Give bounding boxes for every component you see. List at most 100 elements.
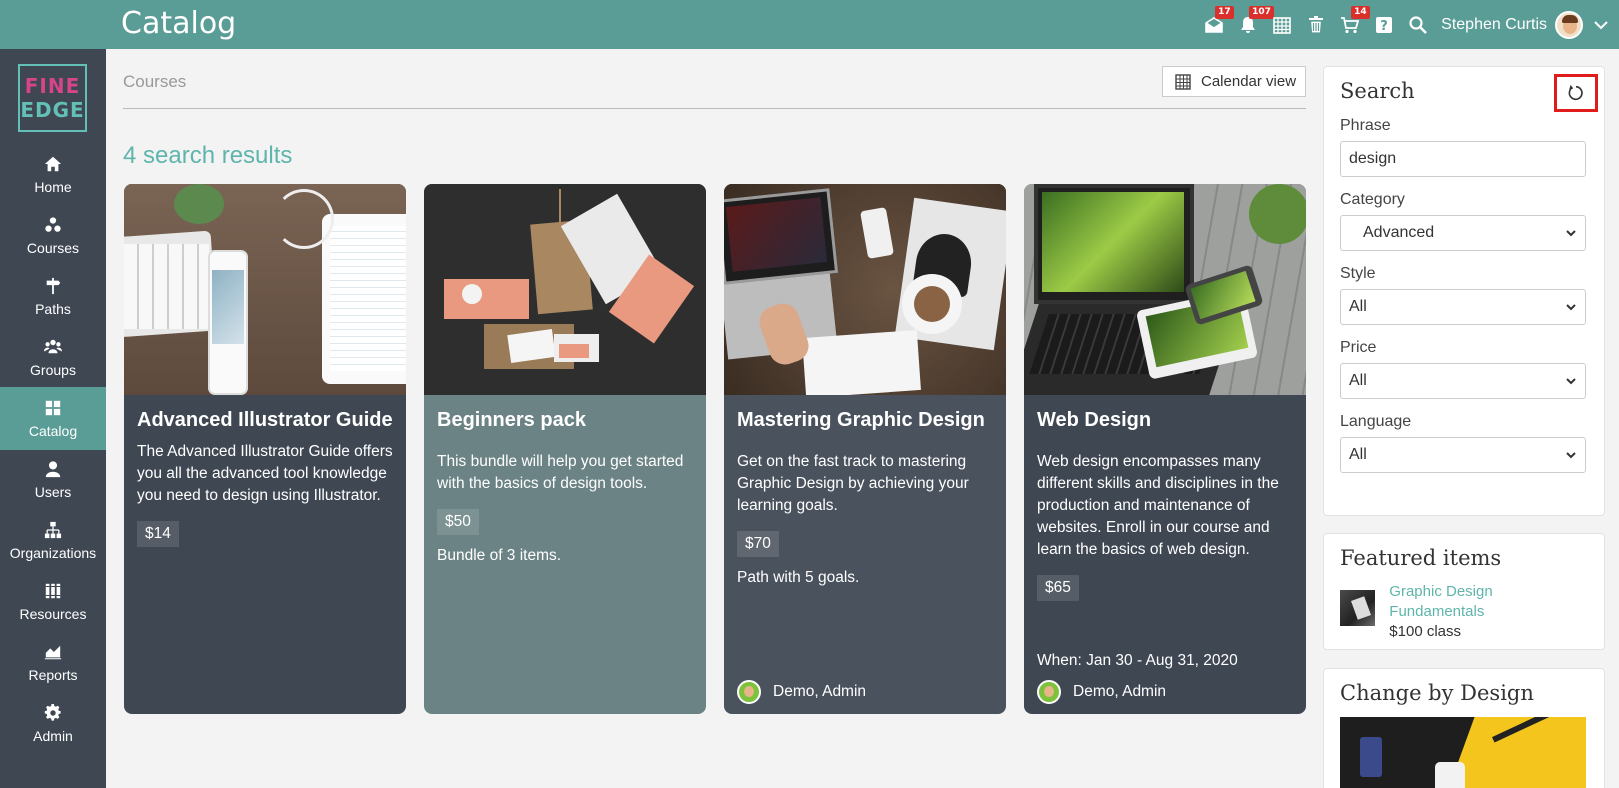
card-description: The Advanced Illustrator Guide offers yo…	[137, 443, 393, 504]
card-author[interactable]: Demo, Admin	[737, 680, 866, 704]
user-icon	[45, 460, 61, 477]
groups-icon	[44, 339, 62, 353]
reset-icon	[1568, 84, 1583, 101]
card-title[interactable]: Mastering Graphic Design	[737, 407, 993, 433]
category-label: Category	[1340, 191, 1405, 208]
featured-title: Featured items	[1340, 546, 1502, 570]
featured-item[interactable]: Graphic Design Fundamentals $100 class	[1340, 582, 1588, 642]
svg-text:?: ?	[1380, 19, 1388, 34]
user-name[interactable]: Stephen Curtis	[1441, 16, 1547, 34]
card-author[interactable]: Demo, Admin	[1037, 680, 1166, 704]
notifications-icon[interactable]: 107	[1231, 0, 1274, 49]
card-author-name: Demo, Admin	[1073, 683, 1167, 700]
sidebar-item-courses[interactable]: Courses	[0, 204, 106, 267]
help-icon[interactable]: ?	[1367, 0, 1401, 49]
sidebar-item-catalog[interactable]: Catalog	[0, 387, 106, 450]
course-card-beginners-pack[interactable]: Beginners pack This bundle will help you…	[424, 184, 706, 714]
card-extra: Bundle of 3 items.	[437, 547, 562, 564]
card-author-name: Demo, Admin	[773, 683, 867, 700]
card-title[interactable]: Beginners pack	[437, 407, 693, 433]
books-icon	[45, 583, 61, 598]
calendar-icon[interactable]	[1265, 0, 1299, 49]
course-card-mastering-graphic-design[interactable]: Mastering Graphic Design Get on the fast…	[724, 184, 1006, 714]
change-by-design-panel: Change by Design	[1323, 668, 1605, 788]
card-price: $50	[437, 509, 479, 535]
style-label: Style	[1340, 265, 1376, 282]
course-image	[124, 184, 406, 395]
search-icon[interactable]	[1401, 0, 1435, 49]
signpost-icon	[46, 277, 61, 294]
course-image	[1024, 184, 1306, 395]
top-bar: Catalog 17 107 14 ? Stephen Curtis	[0, 0, 1619, 49]
card-body: Mastering Graphic Design Get on the fast…	[724, 395, 1006, 714]
sidebar: FINE EDGE Home Courses Paths Groups Cata…	[0, 49, 106, 788]
language-select[interactable]: All	[1340, 437, 1586, 473]
user-avatar[interactable]	[1555, 10, 1583, 39]
style-select[interactable]: All	[1340, 289, 1586, 325]
price-value: All	[1349, 372, 1367, 389]
cart-icon[interactable]: 14	[1333, 0, 1370, 49]
card-title[interactable]: Advanced Illustrator Guide	[137, 407, 393, 433]
sidebar-item-label: Resources	[19, 605, 87, 622]
avatar	[1037, 680, 1061, 704]
search-panel-title: Search	[1340, 79, 1415, 103]
sidebar-item-reports[interactable]: Reports	[0, 631, 106, 694]
reset-search-button[interactable]	[1554, 74, 1598, 112]
featured-thumbnail	[1340, 590, 1376, 626]
card-price: $70	[737, 531, 779, 557]
sidebar-item-resources[interactable]: Resources	[0, 570, 106, 633]
calendar-view-button[interactable]: Calendar view	[1162, 66, 1306, 97]
sidebar-item-organizations[interactable]: Organizations	[0, 509, 106, 572]
sidebar-item-users[interactable]: Users	[0, 448, 106, 511]
sidebar-item-paths[interactable]: Paths	[0, 265, 106, 328]
avatar	[737, 680, 761, 704]
price-label: Price	[1340, 339, 1377, 356]
course-card-advanced-illustrator[interactable]: Advanced Illustrator Guide The Advanced …	[124, 184, 406, 714]
chart-icon	[44, 645, 62, 659]
price-select[interactable]: All	[1340, 363, 1586, 399]
grid-icon	[45, 400, 61, 415]
sidebar-item-label: Organizations	[9, 544, 97, 561]
card-body: Beginners pack This bundle will help you…	[424, 395, 706, 714]
card-extra: Path with 5 goals.	[737, 569, 860, 586]
results-count: 4 search results	[123, 142, 293, 169]
sidebar-item-label: Catalog	[28, 422, 78, 439]
logo-line2: EDGE	[20, 98, 85, 122]
sidebar-item-label: Groups	[30, 361, 76, 378]
card-description: This bundle will help you get started wi…	[437, 453, 684, 492]
calendar-view-label: Calendar view	[1201, 73, 1297, 90]
logo[interactable]: FINE EDGE	[18, 64, 87, 132]
category-select[interactable]: Advanced	[1340, 215, 1586, 251]
phrase-input[interactable]: design	[1340, 141, 1586, 177]
language-label: Language	[1340, 413, 1412, 430]
course-image	[724, 184, 1006, 395]
sidebar-item-label: Reports	[28, 666, 78, 683]
card-price: $14	[137, 521, 179, 547]
courses-icon	[45, 216, 61, 232]
featured-item-link[interactable]: Graphic Design Fundamentals	[1389, 582, 1588, 622]
card-description: Get on the fast track to mastering Graph…	[737, 453, 969, 514]
chevron-down-icon[interactable]	[1583, 17, 1619, 33]
page-title: Catalog	[121, 6, 237, 41]
chevron-down-icon	[1566, 230, 1576, 237]
breadcrumb[interactable]: Courses	[123, 72, 186, 92]
home-icon	[44, 156, 62, 171]
chevron-down-icon	[1566, 378, 1576, 385]
card-date: When: Jan 30 - Aug 31, 2020	[1037, 652, 1238, 669]
card-title[interactable]: Web Design	[1037, 407, 1293, 433]
language-value: All	[1349, 446, 1367, 463]
trash-icon[interactable]	[1299, 0, 1333, 49]
card-description: Web design encompasses many different sk…	[1037, 453, 1279, 558]
sidebar-item-groups[interactable]: Groups	[0, 326, 106, 389]
course-image	[424, 184, 706, 395]
style-value: All	[1349, 298, 1367, 315]
org-chart-icon	[44, 521, 62, 538]
course-card-web-design[interactable]: Web Design Web design encompasses many d…	[1024, 184, 1306, 714]
sidebar-item-home[interactable]: Home	[0, 143, 106, 206]
sidebar-item-label: Home	[34, 178, 72, 195]
messages-icon[interactable]: 17	[1197, 0, 1234, 49]
sidebar-item-admin[interactable]: Admin	[0, 692, 106, 755]
change-by-design-image[interactable]	[1340, 717, 1586, 788]
search-panel: Search Phrase design Category Advanced S…	[1323, 66, 1605, 516]
sidebar-item-label: Users	[34, 483, 72, 500]
